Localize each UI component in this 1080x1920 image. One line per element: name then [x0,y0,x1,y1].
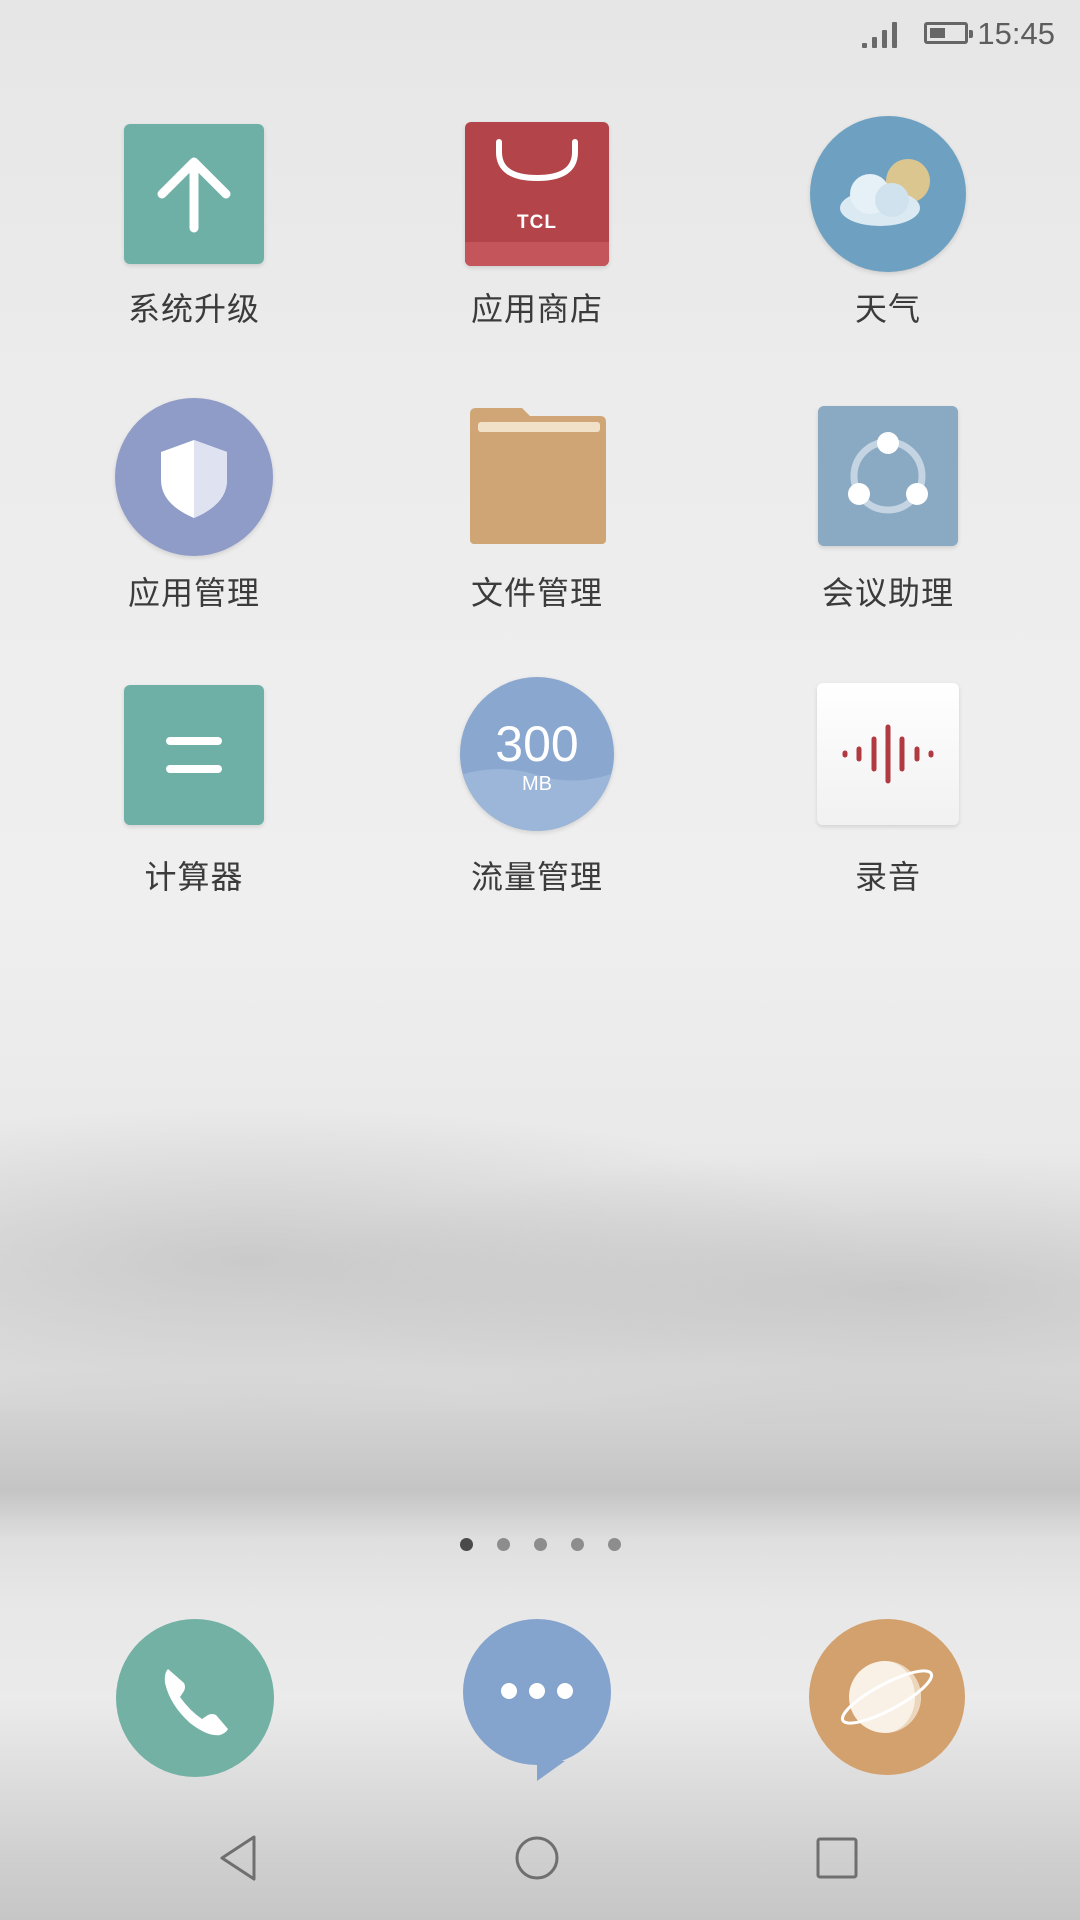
app-label: 应用商店 [470,290,603,328]
messages-bubble-icon [501,1683,573,1781]
home-circle-icon [515,1836,559,1880]
folder-icon [466,404,608,546]
app-calculator[interactable]: 计算器 [74,680,314,900]
data-usage-value: 300 [495,716,579,772]
page-dot[interactable] [607,1538,621,1551]
page-indicator[interactable] [0,1538,1080,1551]
sound-wave-icon [817,683,959,825]
weather-cloud-sun-icon [810,116,966,272]
page-dot[interactable] [533,1538,547,1551]
app-label: 计算器 [144,858,244,896]
tcl-store-bag-icon: TCL [465,122,609,266]
data-usage-unit: MB [522,773,552,795]
app-app-manager[interactable]: 应用管理 [74,396,314,616]
store-badge-text: TCL [517,212,557,233]
recents-square-icon [816,1837,858,1879]
recents-button[interactable] [807,1830,867,1886]
app-label: 天气 [854,290,921,328]
meeting-share-icon [818,406,958,546]
back-button[interactable] [208,1830,268,1886]
page-dot[interactable] [496,1538,510,1551]
app-data-usage[interactable]: 300 MB 流量管理 [417,677,657,900]
app-label: 流量管理 [470,858,603,896]
app-label: 应用管理 [127,574,260,612]
phone-icon [164,1669,228,1736]
app-store[interactable]: TCL 应用商店 [417,112,657,332]
dock-messages[interactable] [463,1619,611,1781]
app-label: 录音 [854,858,921,896]
app-meeting-assistant[interactable]: 会议助理 [768,396,1008,616]
signal-icon [860,22,900,48]
app-system-upgrade[interactable]: 系统升级 [74,112,314,332]
dock-phone[interactable] [116,1619,274,1777]
app-file-manager[interactable]: 文件管理 [417,396,657,616]
app-recorder[interactable]: 录音 [768,680,1008,900]
app-weather[interactable]: 天气 [768,112,1008,332]
dock-browser[interactable] [809,1619,965,1775]
browser-planet-icon [840,1661,934,1733]
equals-icon [124,685,264,825]
app-label: 文件管理 [470,574,603,612]
back-triangle-icon [220,1835,256,1881]
app-label: 会议助理 [821,574,954,612]
app-label: 系统升级 [127,290,260,328]
data-usage-icon: 300 MB [460,677,614,831]
upgrade-arrow-icon [124,124,264,264]
status-time: 15:45 [977,16,1055,51]
status-bar: 15:45 [0,0,1080,72]
shield-icon [115,398,273,556]
page-dot[interactable] [570,1538,584,1551]
home-button[interactable] [507,1830,567,1886]
page-dot[interactable] [459,1538,473,1551]
battery-icon [924,22,973,44]
